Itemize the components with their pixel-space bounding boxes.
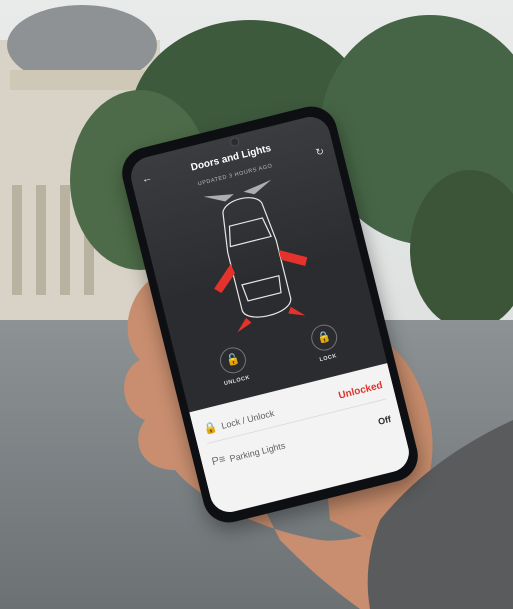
unlock-label: UNLOCK bbox=[223, 374, 251, 388]
row-label: Parking Lights bbox=[228, 440, 287, 464]
lock-button[interactable]: 🔒 bbox=[308, 321, 340, 354]
unlock-button[interactable]: 🔓 bbox=[217, 344, 249, 377]
refresh-icon[interactable]: ↻ bbox=[315, 146, 326, 159]
status-value: Unlocked bbox=[337, 380, 384, 402]
row-label: Lock / Unlock bbox=[220, 408, 276, 431]
lock-label: LOCK bbox=[319, 353, 338, 364]
status-value: Off bbox=[377, 414, 393, 427]
unlock-padlock-icon: 🔓 bbox=[224, 352, 242, 368]
scene: ← Doors and Lights UPDATED 3 HOURS AGO ↻ bbox=[0, 0, 513, 609]
lock-padlock-icon: 🔒 bbox=[316, 330, 333, 346]
parking-lights-icon: P≡ bbox=[210, 453, 227, 469]
padlock-icon: 🔒 bbox=[202, 421, 219, 437]
